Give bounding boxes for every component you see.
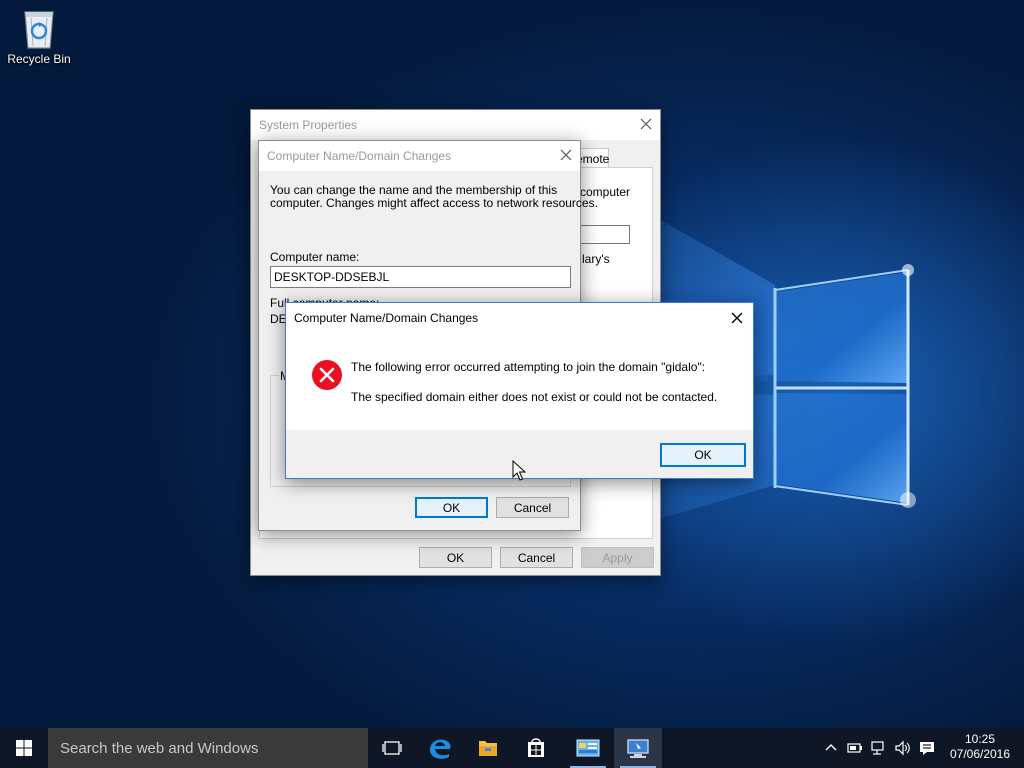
system-cancel-button[interactable]: Cancel [500, 547, 573, 568]
window-title: Computer Name/Domain Changes [267, 149, 452, 163]
taskbar: Search the web and Windows 10:25 07/06/2… [0, 728, 1024, 768]
start-button[interactable] [0, 728, 48, 768]
window-title: System Properties [259, 118, 358, 132]
edge-icon [430, 739, 451, 759]
search-box[interactable]: Search the web and Windows [48, 728, 368, 768]
error-icon [312, 360, 342, 390]
control-panel-button[interactable] [564, 728, 612, 768]
error-message-line-1: The following error occurred attempting … [351, 360, 706, 374]
file-explorer-button[interactable] [464, 728, 512, 768]
close-icon[interactable] [729, 310, 745, 326]
computer-name-label: Computer name: [270, 250, 360, 264]
volume-icon[interactable] [894, 740, 912, 756]
edge-button[interactable] [416, 728, 464, 768]
action-center-icon[interactable] [918, 740, 936, 756]
window-title: Computer Name/Domain Changes [294, 311, 479, 325]
mouse-cursor-icon [512, 460, 526, 481]
desktop-icon-label: Recycle Bin [7, 52, 71, 66]
panel-field[interactable] [580, 225, 630, 244]
clock-date: 07/06/2016 [949, 747, 1011, 761]
clock[interactable]: 10:25 07/06/2016 [948, 732, 1012, 762]
file-explorer-icon [479, 741, 497, 756]
system-apply-button[interactable]: Apply [581, 547, 654, 568]
store-icon [528, 738, 544, 757]
network-icon[interactable] [870, 740, 888, 756]
desktop-icon-recycle-bin[interactable]: Recycle Bin [4, 6, 74, 66]
task-view-button[interactable] [368, 728, 416, 768]
panel-text-fragment-2: lary's [582, 252, 610, 266]
error-message-line-2: The specified domain either does not exi… [351, 390, 718, 404]
title-bar[interactable]: System Properties [251, 110, 660, 140]
power-icon[interactable] [846, 740, 864, 756]
tab-label: emote [576, 152, 610, 166]
name-cancel-button[interactable]: Cancel [496, 497, 569, 518]
windows-start-icon [16, 740, 32, 756]
control-panel-icon [576, 739, 600, 757]
system-ok-button[interactable]: OK [419, 547, 492, 568]
error-dialog: Computer Name/Domain Changes The followi… [285, 302, 754, 479]
name-ok-button[interactable]: OK [415, 497, 488, 518]
error-ok-button[interactable]: OK [660, 443, 746, 467]
clock-time: 10:25 [964, 732, 996, 746]
show-hidden-icons-chevron-icon[interactable] [822, 740, 840, 756]
store-button[interactable] [512, 728, 560, 768]
system-properties-taskbar-button[interactable] [614, 728, 662, 768]
title-bar[interactable]: Computer Name/Domain Changes [286, 303, 753, 333]
system-properties-icon [627, 739, 649, 758]
close-icon[interactable] [638, 116, 654, 132]
title-bar[interactable]: Computer Name/Domain Changes [259, 141, 580, 171]
search-placeholder: Search the web and Windows [60, 740, 259, 757]
close-icon[interactable] [558, 147, 574, 163]
description-line-2: computer. Changes might affect access to… [270, 196, 598, 210]
computer-name-input[interactable]: DESKTOP-DDSEBJL [270, 266, 571, 288]
task-view-icon [382, 741, 402, 755]
recycle-bin-icon [19, 6, 59, 50]
